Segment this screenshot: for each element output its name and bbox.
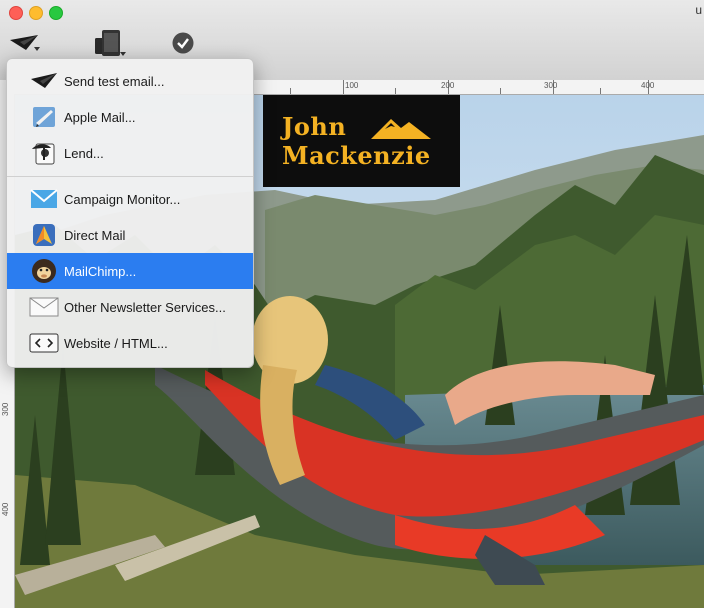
apple-mail-icon [33, 107, 55, 127]
menu-item-label: Apple Mail... [64, 109, 136, 125]
send-toolbar-button[interactable] [8, 28, 44, 58]
menu-item-lend[interactable]: Lend... [7, 135, 253, 171]
close-window-button[interactable] [9, 6, 23, 20]
menu-item-label: MailChimp... [64, 263, 137, 279]
send-menu: Send test email... Apple Mail... Lend...… [6, 58, 254, 368]
menu-item-other-newsletter-services[interactable]: Other Newsletter Services... [7, 289, 253, 325]
menu-item-label: Send test email... [64, 73, 165, 89]
logo-line2: Mackenzie [282, 141, 431, 170]
logo-block[interactable]: John Mackenzie [263, 95, 460, 187]
ruler-label: 100 [345, 81, 359, 90]
menu-item-apple-mail[interactable]: Apple Mail... [7, 99, 253, 135]
window-title: u [695, 3, 702, 17]
direct-mail-icon [33, 224, 55, 246]
menu-item-label: Direct Mail [64, 227, 126, 243]
menu-item-label: Lend... [64, 145, 104, 161]
ruler-label: 300 [544, 81, 558, 90]
mountain-icon [371, 119, 431, 139]
menu-item-website-html[interactable]: Website / HTML... [7, 325, 253, 361]
menu-item-label: Other Newsletter Services... [64, 299, 226, 315]
paper-plane-icon [10, 35, 40, 51]
ruler-label: 400 [1, 502, 10, 516]
menu-item-label: Campaign Monitor... [64, 191, 181, 207]
lend-icon [32, 143, 55, 165]
devices-icon [95, 30, 126, 56]
ruler-label: 300 [1, 402, 10, 416]
menu-item-mailchimp[interactable]: MailChimp... [7, 253, 253, 289]
menu-item-direct-mail[interactable]: Direct Mail [7, 217, 253, 253]
code-icon [29, 333, 59, 353]
devices-toolbar-button[interactable] [90, 28, 130, 58]
ruler-label: 400 [641, 81, 655, 90]
check-toolbar-button[interactable] [168, 28, 198, 58]
minimize-window-button[interactable] [29, 6, 43, 20]
campaign-monitor-icon [30, 189, 58, 208]
checkmark-icon [172, 32, 194, 54]
zoom-window-button[interactable] [49, 6, 63, 20]
ruler-label: 200 [441, 81, 455, 90]
menu-item-campaign-monitor[interactable]: Campaign Monitor... [7, 181, 253, 217]
paper-plane-icon [31, 73, 57, 88]
menu-item-send-test-email[interactable]: Send test email... [7, 63, 253, 99]
mailchimp-icon [32, 259, 56, 283]
envelope-icon [29, 297, 59, 317]
menu-separator [7, 176, 253, 177]
menu-item-label: Website / HTML... [64, 335, 168, 351]
